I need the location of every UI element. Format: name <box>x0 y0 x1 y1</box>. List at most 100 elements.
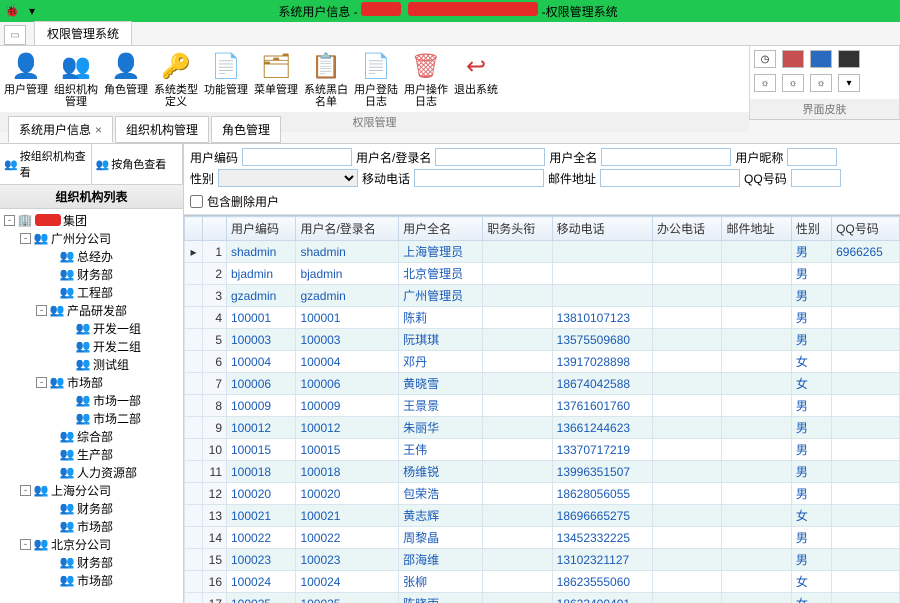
table-row[interactable]: 15 100023 100023 邵海维 13102321127 男 <box>185 549 900 571</box>
expand-icon[interactable]: - <box>20 539 31 550</box>
skin-option[interactable]: ☼ <box>782 74 804 92</box>
table-row[interactable]: 3 gzadmin gzadmin 广州管理员 男 <box>185 285 900 307</box>
skin-option[interactable] <box>782 50 804 68</box>
table-row[interactable]: 7 100006 100006 黄晓雪 18674042588 女 <box>185 373 900 395</box>
column-header[interactable]: 邮件地址 <box>722 217 791 241</box>
tree-node[interactable]: 👥人力资源部 <box>0 463 183 481</box>
tree-node[interactable]: -👥产品研发部 <box>0 301 183 319</box>
ribbon-用户操作日志[interactable]: 🗑用户操作日志 <box>402 48 450 110</box>
tree-node[interactable]: 👥财务部 <box>0 553 183 571</box>
tree-node[interactable]: 👥市场部 <box>0 571 183 589</box>
column-header[interactable]: 用户全名 <box>399 217 483 241</box>
view-tab[interactable]: 👥按角色查看 <box>92 144 184 184</box>
sub-tab[interactable]: 系统用户信息× <box>8 116 113 143</box>
skin-option[interactable]: ☼ <box>810 74 832 92</box>
expand-icon[interactable]: - <box>20 485 31 496</box>
column-header[interactable]: 用户名/登录名 <box>296 217 399 241</box>
tree-node[interactable]: -👥北京分公司 <box>0 535 183 553</box>
close-icon[interactable]: × <box>95 123 102 137</box>
ribbon-退出系统[interactable]: ↩退出系统 <box>452 48 500 110</box>
table-row[interactable]: 13 100021 100021 黄志辉 18696665275 女 <box>185 505 900 527</box>
skin-option[interactable] <box>810 50 832 68</box>
tree-node[interactable]: -👥上海分公司 <box>0 481 183 499</box>
tree-node[interactable]: -🏢集团 <box>0 211 183 229</box>
table-row[interactable]: ▸ 1 shadmin shadmin 上海管理员 男 6966265 <box>185 241 900 263</box>
skin-option[interactable] <box>838 50 860 68</box>
column-header[interactable]: 职务头衔 <box>483 217 552 241</box>
input-login[interactable] <box>435 148 545 166</box>
column-header[interactable] <box>203 217 227 241</box>
cell-sex: 男 <box>791 241 831 263</box>
doc-icon[interactable]: ▭ <box>4 25 26 45</box>
ribbon-用户管理[interactable]: 👤用户管理 <box>2 48 50 110</box>
expand-icon[interactable]: - <box>20 233 31 244</box>
sub-tab[interactable]: 组织机构管理 <box>115 116 209 143</box>
input-code[interactable] <box>242 148 352 166</box>
column-header[interactable]: 用户编码 <box>227 217 296 241</box>
ribbon-组织机构管理[interactable]: 👥组织机构管理 <box>52 48 100 110</box>
table-row[interactable]: 17 100025 100025 陈晓雨 18623400401 女 <box>185 593 900 603</box>
column-header[interactable]: QQ号码 <box>832 217 900 241</box>
column-header[interactable]: 移动电话 <box>552 217 652 241</box>
ribbon-角色管理[interactable]: 👤角色管理 <box>102 48 150 110</box>
cell-code: 100006 <box>227 373 296 395</box>
ribbon-菜单管理[interactable]: 🗂菜单管理 <box>252 48 300 110</box>
table-row[interactable]: 10 100015 100015 王伟 13370717219 男 <box>185 439 900 461</box>
sub-tab[interactable]: 角色管理 <box>211 116 281 143</box>
table-row[interactable]: 4 100001 100001 陈莉 13810107123 男 <box>185 307 900 329</box>
skin-option[interactable]: ▾ <box>838 74 860 92</box>
select-sex[interactable] <box>218 169 358 187</box>
tree-node[interactable]: 👥市场部 <box>0 517 183 535</box>
tree-node[interactable]: 👥测试组 <box>0 355 183 373</box>
table-row[interactable]: 9 100012 100012 朱丽华 13661244623 男 <box>185 417 900 439</box>
ribbon-功能管理[interactable]: 📄功能管理 <box>202 48 250 110</box>
column-header[interactable]: 办公电话 <box>653 217 722 241</box>
checkbox-include-deleted[interactable] <box>190 195 203 208</box>
group-icon: 👥 <box>59 284 75 300</box>
tree-node[interactable]: 👥工程部 <box>0 283 183 301</box>
tree-node[interactable]: -👥市场部 <box>0 373 183 391</box>
table-row[interactable]: 16 100024 100024 张柳 18623555060 女 <box>185 571 900 593</box>
cell-title <box>483 461 552 483</box>
input-qq[interactable] <box>791 169 841 187</box>
main-tab[interactable]: 权限管理系统 <box>34 21 132 45</box>
tree-node[interactable]: 👥财务部 <box>0 499 183 517</box>
table-row[interactable]: 11 100018 100018 杨维锐 13996351507 男 <box>185 461 900 483</box>
ribbon-用户登陆日志[interactable]: 📄用户登陆日志 <box>352 48 400 110</box>
input-nick[interactable] <box>787 148 837 166</box>
input-email[interactable] <box>600 169 740 187</box>
tree-node[interactable]: 👥综合部 <box>0 427 183 445</box>
view-tab[interactable]: 👥按组织机构查看 <box>0 144 92 184</box>
expand-icon[interactable]: - <box>36 305 47 316</box>
expand-icon[interactable]: - <box>36 377 47 388</box>
ribbon-系统黑白名单[interactable]: 📋系统黑白名单 <box>302 48 350 110</box>
tree-node[interactable]: 👥市场二部 <box>0 409 183 427</box>
cell-name: 邵海维 <box>399 549 483 571</box>
input-mobile[interactable] <box>414 169 544 187</box>
skin-option[interactable]: ☼ <box>754 74 776 92</box>
table-row[interactable]: 2 bjadmin bjadmin 北京管理员 男 <box>185 263 900 285</box>
skin-option[interactable]: ◷ <box>754 50 776 68</box>
tree-node[interactable]: 👥开发一组 <box>0 319 183 337</box>
ribbon-系统类型定义[interactable]: 🔑系统类型定义 <box>152 48 200 110</box>
tree-node[interactable]: 👥生产部 <box>0 445 183 463</box>
tree-node[interactable]: 👥财务部 <box>0 265 183 283</box>
user-grid[interactable]: 用户编码用户名/登录名用户全名职务头衔移动电话办公电话邮件地址性别QQ号码 ▸ … <box>184 215 900 603</box>
cell-mobile: 13810107123 <box>552 307 652 329</box>
tree-node[interactable]: 👥开发二组 <box>0 337 183 355</box>
table-row[interactable]: 5 100003 100003 阮琪琪 13575509680 男 <box>185 329 900 351</box>
table-row[interactable]: 8 100009 100009 王景景 13761601760 男 <box>185 395 900 417</box>
table-row[interactable]: 6 100004 100004 邓丹 13917028898 女 <box>185 351 900 373</box>
tree-node[interactable]: 👥总经办 <box>0 247 183 265</box>
tree-node[interactable]: -👥广州分公司 <box>0 229 183 247</box>
tree-node[interactable]: 👥市场一部 <box>0 391 183 409</box>
column-header[interactable]: 性别 <box>791 217 831 241</box>
column-header[interactable] <box>185 217 203 241</box>
input-fullname[interactable] <box>601 148 731 166</box>
cell-title <box>483 593 552 603</box>
dropdown-icon[interactable]: ▾ <box>24 3 40 19</box>
org-tree[interactable]: -🏢集团-👥广州分公司👥总经办👥财务部👥工程部-👥产品研发部👥开发一组👥开发二组… <box>0 209 183 603</box>
table-row[interactable]: 12 100020 100020 包荣浩 18628056055 男 <box>185 483 900 505</box>
table-row[interactable]: 14 100022 100022 周黎晶 13452332225 男 <box>185 527 900 549</box>
expand-icon[interactable]: - <box>4 215 15 226</box>
